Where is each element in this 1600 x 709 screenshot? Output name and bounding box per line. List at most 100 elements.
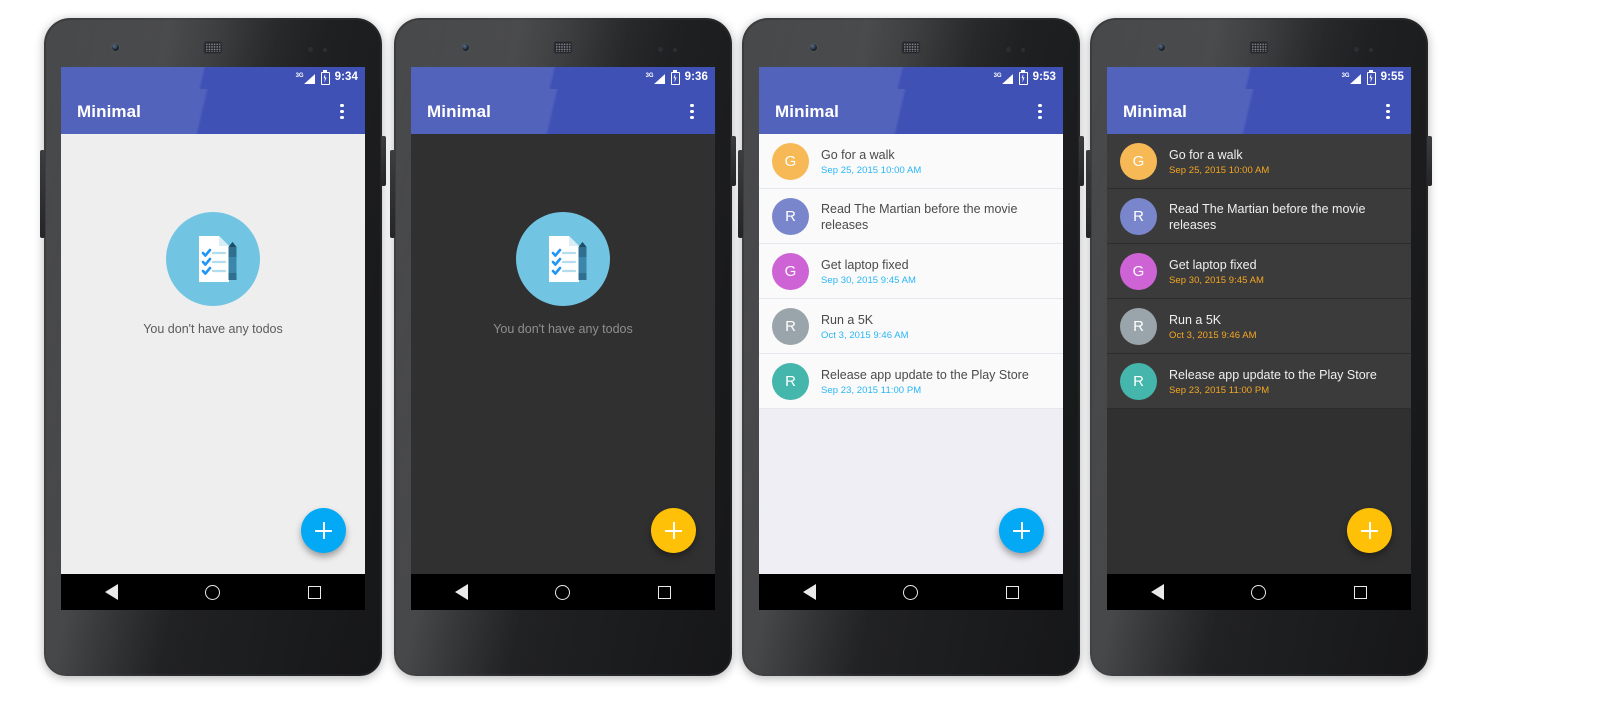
nav-home-button[interactable] [1239, 577, 1279, 607]
todo-list-pencil-illustration [516, 212, 610, 306]
avatar: G [1120, 143, 1157, 180]
navigation-bar [1107, 574, 1411, 610]
table-row[interactable]: R Release app update to the Play Store S… [759, 354, 1063, 409]
empty-state: You don't have any todos [61, 212, 365, 336]
back-triangle-icon [803, 584, 817, 600]
todo-title: Get laptop fixed [821, 258, 909, 272]
avatar: G [772, 143, 809, 180]
avatar: R [772, 363, 809, 400]
volume-button[interactable] [40, 150, 45, 238]
plus-icon [665, 522, 682, 539]
add-todo-fab[interactable] [301, 508, 346, 553]
todo-title: Release app update to the Play Store [1169, 368, 1377, 382]
navigation-bar [759, 574, 1063, 610]
navigation-bar [411, 574, 715, 610]
empty-state-message: You don't have any todos [493, 322, 633, 336]
power-button[interactable] [1427, 136, 1432, 186]
overflow-menu-icon[interactable] [1029, 99, 1051, 125]
todo-texts: Get laptop fixed Sep 30, 2015 9:45 AM [821, 257, 1053, 286]
volume-button[interactable] [738, 150, 743, 238]
add-todo-fab[interactable] [999, 508, 1044, 553]
network-type-label: 3G [1341, 73, 1350, 79]
app-toolbar: Minimal [411, 89, 715, 134]
todo-date: Sep 30, 2015 9:45 AM [1169, 275, 1265, 286]
content-area: You don't have any todos [411, 134, 715, 574]
table-row[interactable]: R Run a 5K Oct 3, 2015 9:46 AM [1107, 299, 1411, 354]
phone-screen: 3G 9:34 Minimal You don't have any todos [61, 67, 365, 610]
content-area: G Go for a walk Sep 25, 2015 10:00 AM R … [759, 134, 1063, 574]
avatar-initial: R [785, 373, 796, 390]
todo-texts: Release app update to the Play Store Sep… [821, 367, 1053, 396]
avatar-initial: G [784, 263, 797, 280]
todo-texts: Run a 5K Oct 3, 2015 9:46 AM [821, 312, 1053, 341]
todo-date: Sep 23, 2015 11:00 PM [1169, 385, 1270, 396]
signal-bars-icon: 3G [296, 72, 316, 84]
phone-screen: 3G 9:55 Minimal G Go for a walk Sep 25, … [1107, 67, 1411, 610]
avatar-initial: R [1133, 373, 1144, 390]
nav-recents-button[interactable] [1340, 577, 1380, 607]
todo-title: Go for a walk [821, 148, 895, 162]
app-title: Minimal [1123, 101, 1187, 121]
avatar-initial: R [1133, 318, 1144, 335]
todo-texts: Get laptop fixed Sep 30, 2015 9:45 AM [1169, 257, 1401, 286]
volume-button[interactable] [1086, 150, 1091, 238]
add-todo-fab[interactable] [651, 508, 696, 553]
nav-back-button[interactable] [442, 577, 482, 607]
power-button[interactable] [1079, 136, 1084, 186]
content-area: You don't have any todos [61, 134, 365, 574]
nav-home-button[interactable] [543, 577, 583, 607]
nav-back-button[interactable] [790, 577, 830, 607]
table-row[interactable]: R Release app update to the Play Store S… [1107, 354, 1411, 409]
avatar: G [1120, 253, 1157, 290]
home-circle-icon [555, 584, 571, 600]
power-button[interactable] [381, 136, 386, 186]
overflow-menu-icon[interactable] [1377, 99, 1399, 125]
table-row[interactable]: R Read The Martian before the movie rele… [759, 189, 1063, 244]
recents-square-icon [657, 585, 671, 599]
nav-recents-button[interactable] [644, 577, 684, 607]
avatar: R [772, 308, 809, 345]
recents-square-icon [1005, 585, 1019, 599]
overflow-menu-icon[interactable] [331, 99, 353, 125]
nav-home-button[interactable] [891, 577, 931, 607]
table-row[interactable]: G Get laptop fixed Sep 30, 2015 9:45 AM [759, 244, 1063, 299]
overflow-menu-icon[interactable] [681, 99, 703, 125]
status-bar-clock: 9:55 [1380, 71, 1404, 84]
phone-light-list: 3G 9:53 Minimal G Go for a walk Sep 25, … [738, 18, 1084, 676]
table-row[interactable]: R Run a 5K Oct 3, 2015 9:46 AM [759, 299, 1063, 354]
table-row[interactable]: G Go for a walk Sep 25, 2015 10:00 AM [1107, 134, 1411, 189]
todo-list-pencil-illustration [166, 212, 260, 306]
app-title: Minimal [427, 101, 491, 121]
app-toolbar: Minimal [759, 89, 1063, 134]
avatar-initial: G [1132, 263, 1145, 280]
avatar: R [772, 198, 809, 235]
todo-date: Sep 30, 2015 9:45 AM [821, 275, 917, 286]
network-type-label: 3G [645, 73, 654, 79]
table-row[interactable]: R Read The Martian before the movie rele… [1107, 189, 1411, 244]
network-type-label: 3G [993, 73, 1002, 79]
nav-back-button[interactable] [92, 577, 132, 607]
nav-recents-button[interactable] [294, 577, 334, 607]
plus-icon [1361, 522, 1378, 539]
volume-button[interactable] [390, 150, 395, 238]
home-circle-icon [205, 584, 221, 600]
back-triangle-icon [455, 584, 469, 600]
avatar: G [772, 253, 809, 290]
todo-texts: Go for a walk Sep 25, 2015 10:00 AM [1169, 147, 1401, 176]
app-toolbar: Minimal [61, 89, 365, 134]
phone-screen: 3G 9:36 Minimal You don't have any todos [411, 67, 715, 610]
nav-recents-button[interactable] [992, 577, 1032, 607]
todo-texts: Read The Martian before the movie releas… [821, 201, 1053, 233]
table-row[interactable]: G Go for a walk Sep 25, 2015 10:00 AM [759, 134, 1063, 189]
nav-back-button[interactable] [1138, 577, 1178, 607]
table-row[interactable]: G Get laptop fixed Sep 30, 2015 9:45 AM [1107, 244, 1411, 299]
avatar-initial: R [785, 208, 796, 225]
avatar: R [1120, 308, 1157, 345]
add-todo-fab[interactable] [1347, 508, 1392, 553]
plus-icon [315, 522, 332, 539]
nav-home-button[interactable] [193, 577, 233, 607]
back-triangle-icon [105, 584, 119, 600]
power-button[interactable] [731, 136, 736, 186]
app-title: Minimal [775, 101, 839, 121]
battery-charging-icon [1018, 71, 1028, 85]
